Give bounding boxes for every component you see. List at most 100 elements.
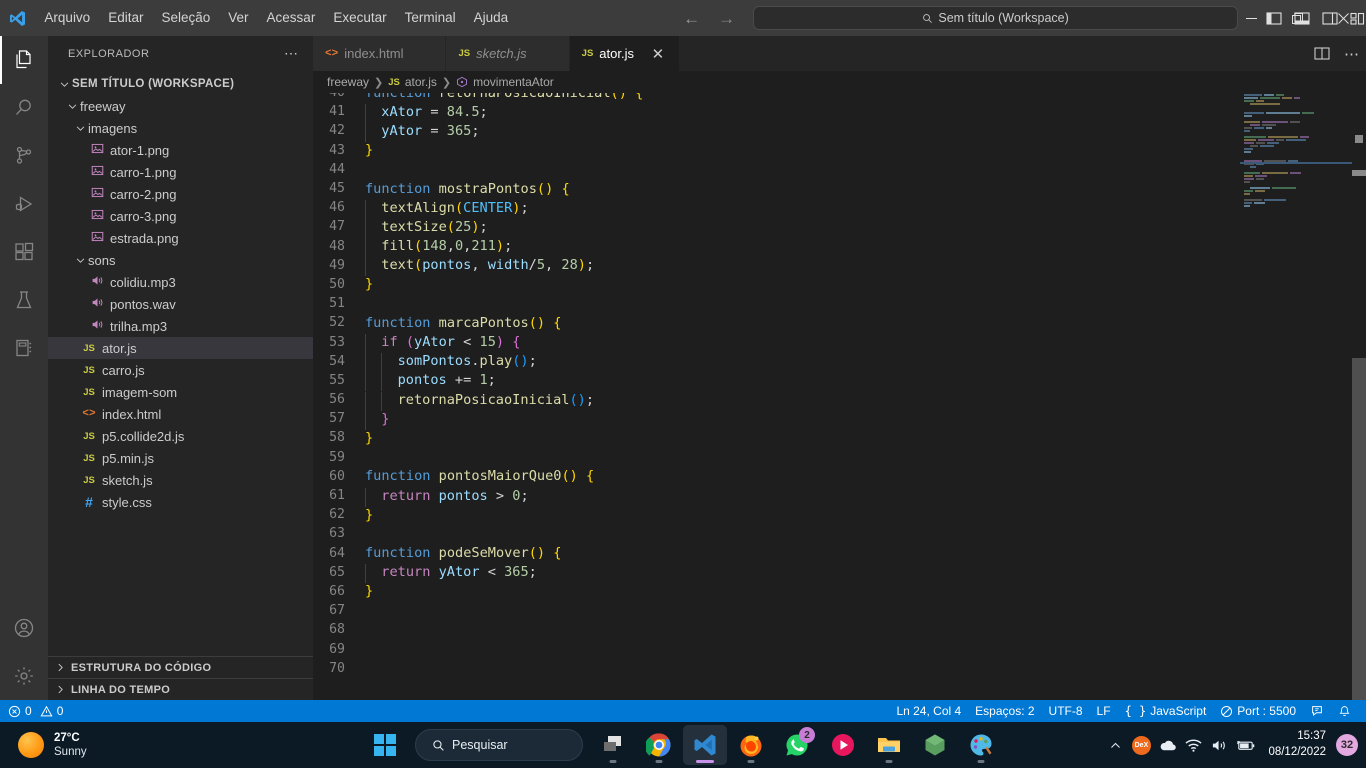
command-center[interactable]: Sem título (Workspace) (753, 6, 1238, 30)
tree-file-pontos-wav[interactable]: pontos.wav (48, 293, 313, 315)
weather-widget[interactable]: 27°C Sunny (0, 731, 87, 759)
code-editor[interactable]: 40function retornaPosicaoInicial() {41 xA… (313, 93, 1366, 700)
tree-folder-sons[interactable]: sons (48, 249, 313, 271)
dex-icon[interactable]: DeX (1128, 725, 1154, 765)
notification-badge[interactable]: 32 (1336, 734, 1358, 756)
status-cursor-position[interactable]: Ln 24, Col 4 (889, 700, 968, 722)
tree-file-imagem-som[interactable]: JS imagem-som (48, 381, 313, 403)
arrow-right-icon[interactable]: → (718, 10, 735, 27)
taskbar-search[interactable]: Pesquisar (415, 729, 583, 761)
editor-scrollbar[interactable] (1352, 93, 1366, 700)
menu-editar[interactable]: Editar (100, 6, 151, 30)
minimize-button[interactable] (1228, 0, 1274, 36)
tree-folder-freeway[interactable]: freeway (48, 95, 313, 117)
line-number: 54 (329, 353, 345, 369)
menu-executar[interactable]: Executar (325, 6, 394, 30)
taskbar-item-paint[interactable] (959, 725, 1003, 765)
close-button[interactable] (1320, 0, 1366, 36)
menu-ajuda[interactable]: Ajuda (466, 6, 517, 30)
start-button[interactable] (363, 725, 407, 765)
line-number: 61 (329, 488, 345, 504)
code-text: pontos += 1; (365, 372, 496, 392)
editor-tab-sketch-js[interactable]: JSsketch.js✕ (446, 36, 570, 71)
wifi-icon[interactable] (1180, 725, 1206, 765)
status-notifications[interactable] (1331, 700, 1358, 722)
activitybar-item-search[interactable] (0, 84, 48, 132)
code-line-51: 51 (313, 294, 1366, 313)
status-eol[interactable]: LF (1090, 700, 1118, 722)
tree-file-colidiu-mp3[interactable]: colidiu.mp3 (48, 271, 313, 293)
tree-file-p5-min-js[interactable]: JS p5.min.js (48, 447, 313, 469)
tree-file-p5-collide2d-js[interactable]: JS p5.collide2d.js (48, 425, 313, 447)
restore-button[interactable] (1274, 0, 1320, 36)
scrollbar-marker (1355, 135, 1363, 143)
breadcrumb-symbol[interactable]: movimentaAtor (473, 75, 554, 89)
activitybar-item-testing[interactable] (0, 276, 48, 324)
activitybar-item-accounts[interactable] (0, 604, 48, 652)
taskbar-item-whatsapp[interactable]: 2 (775, 725, 819, 765)
activitybar-item-explorer[interactable] (0, 36, 48, 84)
taskbar-item-google-chrome[interactable] (637, 725, 681, 765)
tree-file-style-css[interactable]: # style.css (48, 491, 313, 513)
status-problems[interactable]: 0 0 (0, 700, 70, 722)
arrow-left-icon[interactable]: ← (683, 10, 700, 27)
tree-file-index-html[interactable]: <> index.html (48, 403, 313, 425)
editor-tab-ator-js[interactable]: JS ator.js ✕ (569, 36, 680, 71)
minimap[interactable] (1240, 93, 1352, 700)
taskbar-item-media-player[interactable] (821, 725, 865, 765)
taskbar-clock[interactable]: 15:37 08/12/2022 (1258, 729, 1334, 760)
problems-indicator[interactable]: 0 0 (8, 700, 70, 722)
taskbar-item-visual-studio-code[interactable] (683, 725, 727, 765)
status-encoding[interactable]: UTF-8 (1042, 700, 1090, 722)
taskbar-item-green-app[interactable] (913, 725, 957, 765)
taskbar-item-firefox[interactable] (729, 725, 773, 765)
ellipsis-icon[interactable]: ⋯ (278, 45, 305, 62)
taskbar-item-task-view[interactable] (591, 725, 635, 765)
taskbar-center: Pesquisar 2 (363, 725, 1003, 765)
activitybar-item-source-control[interactable] (0, 132, 48, 180)
close-icon[interactable]: ✕ (650, 45, 666, 63)
menu-arquivo[interactable]: Arquivo (36, 6, 98, 30)
menu-ver[interactable]: Ver (220, 6, 256, 30)
activitybar-item-run-and-debug[interactable] (0, 180, 48, 228)
status-live-server-port[interactable]: Port : 5500 (1213, 700, 1303, 722)
taskbar-item-file-explorer[interactable] (867, 725, 911, 765)
code-line-49: 49 text(pontos, width/5, 28); (313, 256, 1366, 277)
tree-file-ator-1-png[interactable]: ator-1.png (48, 139, 313, 161)
menu-selecao[interactable]: Seleção (153, 6, 218, 30)
more-actions-icon[interactable]: ⋯ (1344, 45, 1360, 63)
tree-file-carro-3-png[interactable]: carro-3.png (48, 205, 313, 227)
panel-linha-do-tempo[interactable]: LINHA DO TEMPO (48, 678, 313, 700)
editor-tab-index-html[interactable]: <>index.html✕ (313, 36, 447, 71)
js-file-icon: JS (83, 430, 95, 442)
activitybar-item-notebook[interactable] (0, 324, 48, 372)
split-editor-icon[interactable] (1314, 46, 1330, 61)
status-language-mode[interactable]: { } JavaScript (1118, 700, 1214, 722)
tree-file-ator-js[interactable]: JS ator.js (48, 337, 313, 359)
battery-charging-icon[interactable] (1232, 725, 1258, 765)
tree-file-carro-2-png[interactable]: carro-2.png (48, 183, 313, 205)
source-control-icon (16, 146, 32, 164)
panel-estrutura-do-codigo[interactable]: ESTRUTURA DO CÓDIGO (48, 656, 313, 678)
tree-file-carro-js[interactable]: JS carro.js (48, 359, 313, 381)
onedrive-icon[interactable] (1154, 725, 1180, 765)
line-number: 55 (329, 372, 345, 388)
chevron-up-icon[interactable] (1102, 725, 1128, 765)
menu-acessar[interactable]: Acessar (259, 6, 324, 30)
status-feedback[interactable] (1303, 700, 1331, 722)
menu-terminal[interactable]: Terminal (397, 6, 464, 30)
activitybar-item-extensions[interactable] (0, 228, 48, 276)
tree-file-sketch-js[interactable]: JS sketch.js (48, 469, 313, 491)
tree-file-carro-1-png[interactable]: carro-1.png (48, 161, 313, 183)
status-indentation[interactable]: Espaços: 2 (968, 700, 1041, 722)
breadcrumb-folder[interactable]: freeway (327, 75, 369, 89)
tree-folder-imagens[interactable]: imagens (48, 117, 313, 139)
tree-folder-sem-t-tulo-workspace-[interactable]: SEM TÍTULO (WORKSPACE) (48, 73, 313, 95)
breadcrumb-file[interactable]: ator.js (405, 75, 437, 89)
tree-file-trilha-mp3[interactable]: trilha.mp3 (48, 315, 313, 337)
activitybar-item-settings[interactable] (0, 652, 48, 700)
run-debug-icon (15, 196, 33, 212)
volume-icon[interactable] (1206, 725, 1232, 765)
scrollbar-thumb[interactable] (1352, 358, 1366, 700)
tree-file-estrada-png[interactable]: estrada.png (48, 227, 313, 249)
